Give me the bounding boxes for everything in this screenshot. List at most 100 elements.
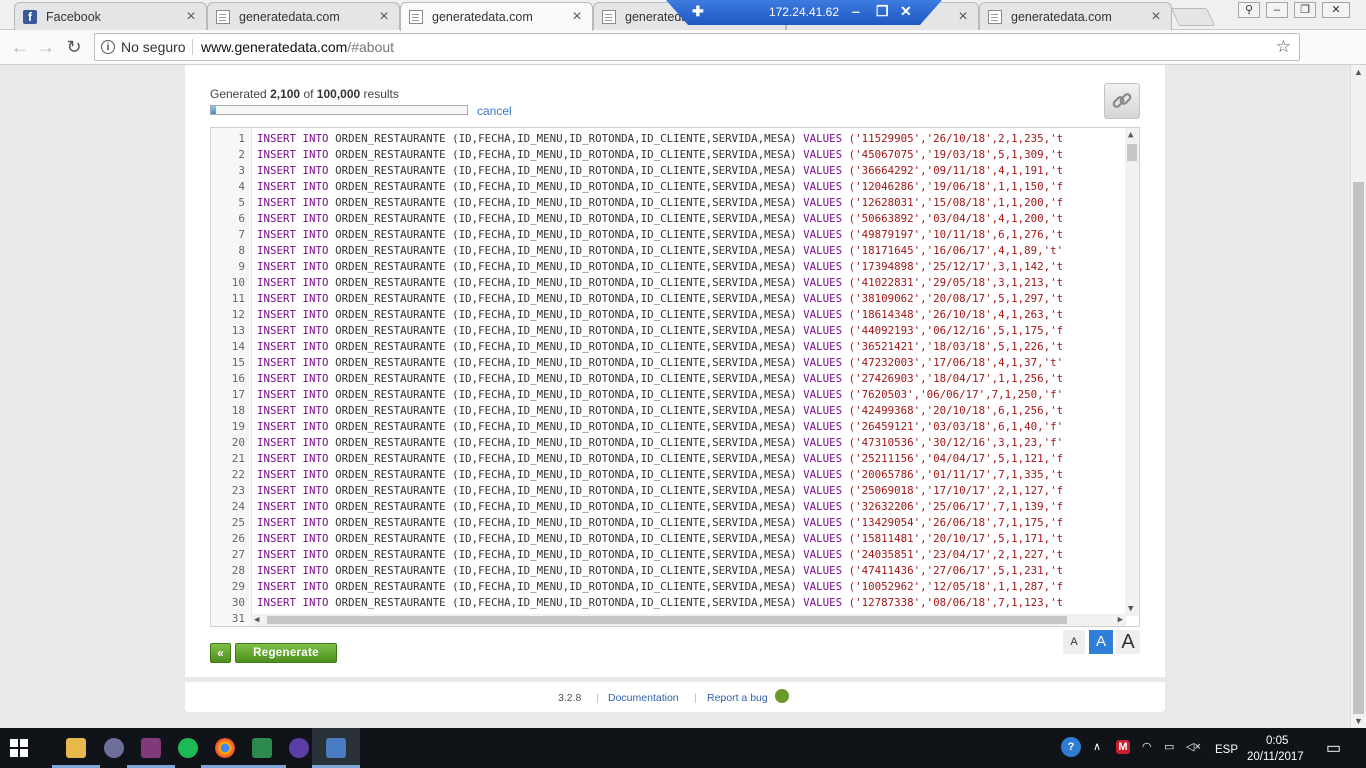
code-line: INSERT INTO ORDEN_RESTAURANTE (ID,FECHA,… [257,276,1125,289]
tab-generatedata-5[interactable]: generatedata.com × [979,2,1172,30]
scroll-right-icon[interactable]: ▶ [1118,615,1123,625]
info-icon[interactable]: i [101,40,115,54]
scroll-thumb[interactable] [267,616,1067,624]
code-horizontal-scrollbar[interactable]: ◀ ▶ [251,614,1126,626]
row-values: ('15811481','20/10/17',5,1,171,'t [848,532,1064,545]
close-icon[interactable]: × [1149,8,1163,24]
bookmark-star-icon[interactable]: ☆ [1276,37,1291,57]
mail-icon[interactable]: M [1116,740,1130,754]
font-size-small-button[interactable]: A [1063,630,1085,654]
user-profile-icon[interactable]: ⚲ [1238,2,1260,18]
close-icon[interactable]: × [184,8,198,24]
tab-generatedata-1[interactable]: generatedata.com × [207,2,400,30]
close-window-button[interactable]: ✕ [1322,2,1350,18]
column-list: (ID,FECHA,ID_MENU,ID_ROTONDA,ID_CLIENTE,… [452,452,797,465]
forward-arrow-icon[interactable]: → [34,36,58,58]
windows-start-icon[interactable] [10,739,29,758]
table-name: ORDEN_RESTAURANTE [335,420,446,433]
column-list: (ID,FECHA,ID_MENU,ID_ROTONDA,ID_CLIENTE,… [452,596,797,609]
tab-facebook[interactable]: f Facebook × [14,2,207,30]
total-count: 100,000 [316,87,361,101]
keyword-values: VALUES [803,228,843,241]
restore-icon[interactable]: ❐ [876,3,889,20]
font-size-large-button[interactable]: A [1116,630,1140,654]
keyword-insert: INSERT [257,468,297,481]
close-icon[interactable]: × [377,8,391,24]
row-values: ('41022831','29/05/18',3,1,213,'t [848,276,1064,289]
row-values: ('25211156','04/04/17',5,1,121,'f [848,452,1064,465]
clock-date[interactable]: 20/11/2017 [1247,751,1304,763]
keyword-into: INTO [302,484,329,497]
back-button[interactable]: « [210,643,231,663]
keyword-values: VALUES [803,564,843,577]
column-list: (ID,FECHA,ID_MENU,ID_ROTONDA,ID_CLIENTE,… [452,324,797,337]
table-name: ORDEN_RESTAURANTE [335,516,446,529]
tab-generatedata-active[interactable]: generatedata.com × [400,2,593,31]
language-indicator[interactable]: ESP [1215,744,1238,756]
battery-icon[interactable]: ▭ [1164,740,1174,753]
code-line: INSERT INTO ORDEN_RESTAURANTE (ID,FECHA,… [257,308,1125,321]
keyword-into: INTO [302,260,329,273]
volume-muted-icon[interactable]: ◁× [1186,740,1201,753]
footer-separator: | [694,692,697,704]
documentation-link[interactable]: Documentation [608,692,679,704]
page-icon [602,9,616,24]
bug-icon[interactable] [775,689,789,703]
code-output[interactable]: 1 2 3 4 5 6 7 8 9 10 11 12 13 14 15 16 17 18 19 20 21 22 23 24 2… [210,127,1140,627]
table-name: ORDEN_RESTAURANTE [335,388,446,401]
row-values: ('13429054','26/06/18',7,1,175,'f [848,516,1064,529]
table-name: ORDEN_RESTAURANTE [335,404,446,417]
minimize-button[interactable]: – [1266,2,1288,18]
chevron-up-icon[interactable]: ∧ [1093,740,1101,753]
reload-icon[interactable]: ↻ [62,36,86,58]
row-values: ('18171645','16/06/17',4,1,89,'t' [848,244,1064,257]
close-icon[interactable]: × [570,9,584,25]
column-list: (ID,FECHA,ID_MENU,ID_ROTONDA,ID_CLIENTE,… [452,244,797,257]
close-icon[interactable]: ✕ [900,3,912,20]
code-vertical-scrollbar[interactable]: ▲ ▼ [1125,128,1139,616]
scroll-left-icon[interactable]: ◀ [254,615,259,625]
onenote-icon [141,738,161,758]
keyword-values: VALUES [803,292,843,305]
code-line: INSERT INTO ORDEN_RESTAURANTE (ID,FECHA,… [257,164,1125,177]
keyword-insert: INSERT [257,532,297,545]
code-line: INSERT INTO ORDEN_RESTAURANTE (ID,FECHA,… [257,452,1125,465]
address-bar[interactable]: i No seguro www.generatedata.com/#about … [94,33,1300,61]
report-bug-link[interactable]: Report a bug [707,692,768,704]
page-scrollbar[interactable]: ▲ ▼ [1350,65,1366,728]
row-values: ('10052962','12/05/18',1,1,287,'f [848,580,1064,593]
back-arrow-icon[interactable]: ← [8,36,32,58]
keyword-insert: INSERT [257,372,297,385]
scroll-down-icon[interactable]: ▼ [1128,604,1133,614]
keyword-into: INTO [302,196,329,209]
wifi-icon[interactable]: ◠ [1142,740,1152,753]
remote-desktop-taskbar-button[interactable] [312,728,360,768]
line-number: 3 [238,164,245,177]
link-button[interactable] [1104,83,1140,119]
help-icon[interactable]: ? [1061,737,1081,757]
close-icon[interactable]: × [956,8,970,24]
line-number: 2 [238,148,245,161]
page-scroll-thumb[interactable] [1353,182,1364,714]
font-size-medium-button[interactable]: A [1089,630,1113,654]
regenerate-button[interactable]: Regenerate [235,643,337,663]
keyword-values: VALUES [803,180,843,193]
cancel-link[interactable]: cancel [477,104,512,118]
minimize-icon[interactable]: – [852,3,860,19]
scroll-up-icon[interactable]: ▲ [1354,67,1363,77]
code-line: INSERT INTO ORDEN_RESTAURANTE (ID,FECHA,… [257,212,1125,225]
column-list: (ID,FECHA,ID_MENU,ID_ROTONDA,ID_CLIENTE,… [452,228,797,241]
scroll-up-icon[interactable]: ▲ [1128,130,1133,140]
clock-time[interactable]: 0:05 [1266,735,1288,747]
keyword-insert: INSERT [257,356,297,369]
new-tab-button[interactable] [1170,8,1216,26]
line-number: 12 [231,308,245,321]
scroll-down-icon[interactable]: ▼ [1354,716,1363,726]
keyword-values: VALUES [803,196,843,209]
notifications-icon[interactable]: ▭ [1326,738,1341,758]
column-list: (ID,FECHA,ID_MENU,ID_ROTONDA,ID_CLIENTE,… [452,420,797,433]
scroll-thumb[interactable] [1127,144,1137,161]
column-list: (ID,FECHA,ID_MENU,ID_ROTONDA,ID_CLIENTE,… [452,516,797,529]
restore-button[interactable]: ❐ [1294,2,1316,18]
row-values: ('20065786','01/11/17',7,1,335,'t [848,468,1064,481]
